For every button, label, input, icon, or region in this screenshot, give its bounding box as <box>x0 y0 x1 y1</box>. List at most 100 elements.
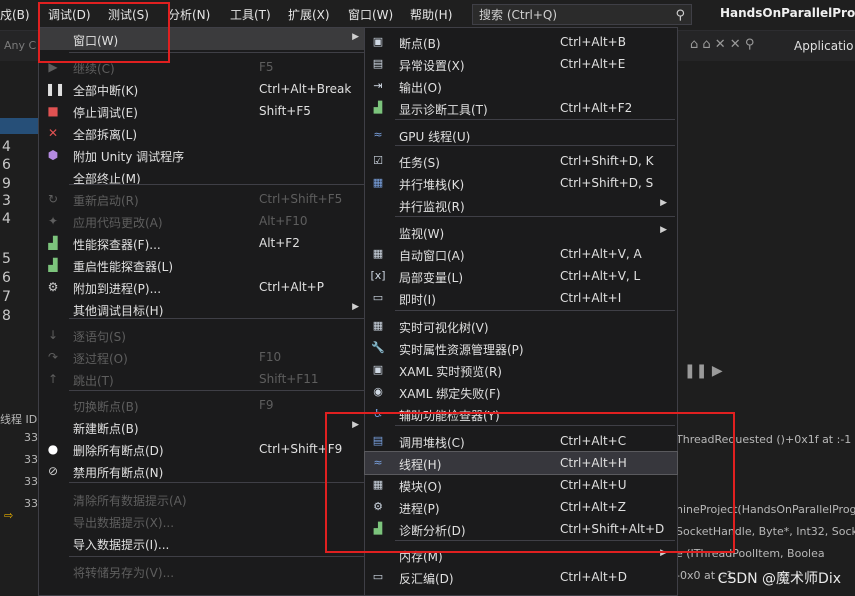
window-menu-item[interactable]: ≈ GPU 线程(U) <box>365 124 677 146</box>
pause-play-icon[interactable]: ❚❚ ▶ <box>684 363 723 379</box>
property-explorer-icon: 🔧 <box>371 341 385 354</box>
debug-menu-item[interactable]: 将转储另存为(V)... <box>39 560 367 582</box>
table-row[interactable]: 33 <box>0 453 38 466</box>
debug-menu-item[interactable]: ✕ 全部拆离(L) <box>39 122 367 144</box>
menu-item-shortcut: Ctrl+Alt+F2 <box>560 101 633 115</box>
step-out-icon: ↑ <box>47 372 59 386</box>
debug-menu-item[interactable]: ■ 停止调试(E) Shift+F5 <box>39 100 367 122</box>
window-menu-item[interactable]: ▭ 反汇编(D) Ctrl+Alt+D <box>365 566 677 588</box>
menu-analyze[interactable]: 分析(N) <box>168 6 210 24</box>
debug-menu-item[interactable]: ⚙ 附加到进程(P)... Ctrl+Alt+P <box>39 276 367 298</box>
window-menu-item[interactable]: ▦ 实时可视化树(V) <box>365 315 677 337</box>
submenu-arrow-icon: ▶ <box>352 302 359 312</box>
application-insights[interactable]: Applicatio <box>794 39 853 53</box>
menu-separator <box>395 145 675 146</box>
menu-item-label: 切换断点(B) <box>73 400 139 414</box>
menu-item-shortcut: F10 <box>259 350 282 364</box>
debug-menu-item[interactable]: 其他调试目标(H) ▶ <box>39 298 367 320</box>
debug-menu-item[interactable]: 新建断点(B) ▶ <box>39 416 367 438</box>
menu-item-shortcut: Shift+F5 <box>259 104 311 118</box>
debug-menu-item[interactable]: ▟ 重启性能探查器(L) <box>39 254 367 276</box>
search-icon: ⚲ <box>675 8 685 23</box>
window-menu-item[interactable]: ⇥ 输出(O) <box>365 75 677 97</box>
menu-item-shortcut: F9 <box>259 398 274 412</box>
menu-item-label: 附加到进程(P)... <box>73 282 162 296</box>
immediate-icon: ▭ <box>372 291 384 304</box>
window-menu-item[interactable]: 🔧 实时属性资源管理器(P) <box>365 337 677 359</box>
menu-item-shortcut: Alt+F10 <box>259 214 308 228</box>
exception-settings-icon: ▤ <box>372 57 384 70</box>
window-menu-item[interactable]: ▣ XAML 实时预览(R) <box>365 359 677 381</box>
search-input[interactable]: 搜索 (Ctrl+Q) ⚲ <box>472 4 692 25</box>
debug-menu-item[interactable]: 切换断点(B) F9 <box>39 394 367 416</box>
debug-menu-item[interactable]: ↓ 逐语句(S) <box>39 324 367 346</box>
debug-menu-item[interactable]: ⬢ 附加 Unity 调试程序 <box>39 144 367 166</box>
debug-menu-item[interactable]: 清除所有数据提示(A) <box>39 488 367 510</box>
menu-item-shortcut: Ctrl+Shift+D, S <box>560 176 654 190</box>
menu-item-shortcut: F5 <box>259 60 274 74</box>
menu-separator <box>69 318 365 319</box>
menu-item-shortcut: Ctrl+Alt+I <box>560 291 622 305</box>
menu-icon-slot <box>45 419 61 435</box>
table-row[interactable]: 33 <box>0 475 38 488</box>
xaml-preview-icon: ▣ <box>372 363 384 376</box>
debug-menu-item[interactable]: ⊘ 禁用所有断点(N) <box>39 460 367 482</box>
tasks-icon: ☑ <box>373 154 383 167</box>
window-menu-item[interactable]: ▭ 即时(I) Ctrl+Alt+I <box>365 287 677 309</box>
stop-icon: ■ <box>47 104 59 118</box>
menu-extensions[interactable]: 扩展(X) <box>288 6 330 24</box>
menu-separator <box>69 184 365 185</box>
debug-menu-item[interactable]: ❚❚ 全部中断(K) Ctrl+Alt+Break <box>39 78 367 100</box>
menu-item-shortcut: Ctrl+Shift+D, K <box>560 154 654 168</box>
debug-menu-item[interactable]: ↷ 逐过程(O) F10 <box>39 346 367 368</box>
debug-menu-item[interactable]: ● 删除所有断点(D) Ctrl+Shift+F9 <box>39 438 367 460</box>
menu-build[interactable]: 戍(B) <box>0 6 30 24</box>
debug-menu-item[interactable]: 导出数据提示(X)... <box>39 510 367 532</box>
menu-separator <box>395 310 675 311</box>
highlight-box-debug-window <box>38 2 170 63</box>
debug-menu-item[interactable]: ↑ 跳出(T) Shift+F11 <box>39 368 367 390</box>
window-menu-item[interactable]: 并行监视(R) ▶ <box>365 194 677 216</box>
watermark: CSDN @魔术师Dix <box>717 571 841 587</box>
table-row[interactable]: 33 <box>0 431 38 444</box>
window-menu-item[interactable]: ▦ 自动窗口(A) Ctrl+Alt+V, A <box>365 243 677 265</box>
line-number: 6 <box>2 270 11 286</box>
menu-item-label: 断点(B) <box>399 37 441 51</box>
window-menu-item[interactable]: [x] 局部变量(L) Ctrl+Alt+V, L <box>365 265 677 287</box>
menu-item-label: 性能探查器(F)... <box>73 238 161 252</box>
highlight-box-threads <box>325 412 735 553</box>
menu-icon-slot <box>370 224 386 240</box>
line-number: 6 <box>2 157 11 173</box>
window-menu-item[interactable]: 监视(W) ▶ <box>365 221 677 243</box>
menu-window[interactable]: 窗口(W) <box>348 6 393 24</box>
window-menu-item[interactable]: ▣ 断点(B) Ctrl+Alt+B <box>365 31 677 53</box>
detach-icon: ✕ <box>47 126 59 140</box>
menu-item-label: 并行堆栈(K) <box>399 178 465 192</box>
menu-item-label: 导入数据提示(I)... <box>73 538 170 552</box>
menu-tools[interactable]: 工具(T) <box>230 6 271 24</box>
window-menu-item[interactable]: ▤ 异常设置(X) Ctrl+Alt+E <box>365 53 677 75</box>
menu-item-label: 任务(S) <box>399 156 440 170</box>
debug-menu-item[interactable]: ✦ 应用代码更改(A) Alt+F10 <box>39 210 367 232</box>
debug-menu-item[interactable]: 导入数据提示(I)... <box>39 532 367 554</box>
menu-item-label: 监视(W) <box>399 227 445 241</box>
window-menu-item[interactable]: ▟ 显示诊断工具(T) Ctrl+Alt+F2 <box>365 97 677 119</box>
menu-item-shortcut: Ctrl+Alt+V, A <box>560 247 642 261</box>
window-menu-item[interactable]: ☑ 任务(S) Ctrl+Shift+D, K <box>365 150 677 172</box>
debug-menu-item[interactable]: ↻ 重新启动(R) Ctrl+Shift+F5 <box>39 188 367 210</box>
submenu-arrow-icon: ▶ <box>660 198 667 208</box>
menu-icon-slot <box>45 563 61 579</box>
menu-item-label: 局部变量(L) <box>399 271 464 285</box>
disassembly-icon: ▭ <box>372 570 384 583</box>
menu-help[interactable]: 帮助(H) <box>410 6 452 24</box>
window-menu-item[interactable]: ▦ 并行堆栈(K) Ctrl+Shift+D, S <box>365 172 677 194</box>
menu-item-label: 删除所有断点(D) <box>73 444 164 458</box>
debug-menu-item[interactable]: ▟ 性能探查器(F)... Alt+F2 <box>39 232 367 254</box>
menu-item-label: 实时可视化树(V) <box>399 321 489 335</box>
config-dropdown[interactable]: Any C <box>4 39 36 52</box>
menu-icon-slot <box>45 397 61 413</box>
menu-item-label: 全部中断(K) <box>73 84 139 98</box>
output-icon: ⇥ <box>373 79 383 92</box>
menu-item-label: 异常设置(X) <box>399 59 465 73</box>
window-menu-item[interactable]: ◉ XAML 绑定失败(F) <box>365 381 677 403</box>
